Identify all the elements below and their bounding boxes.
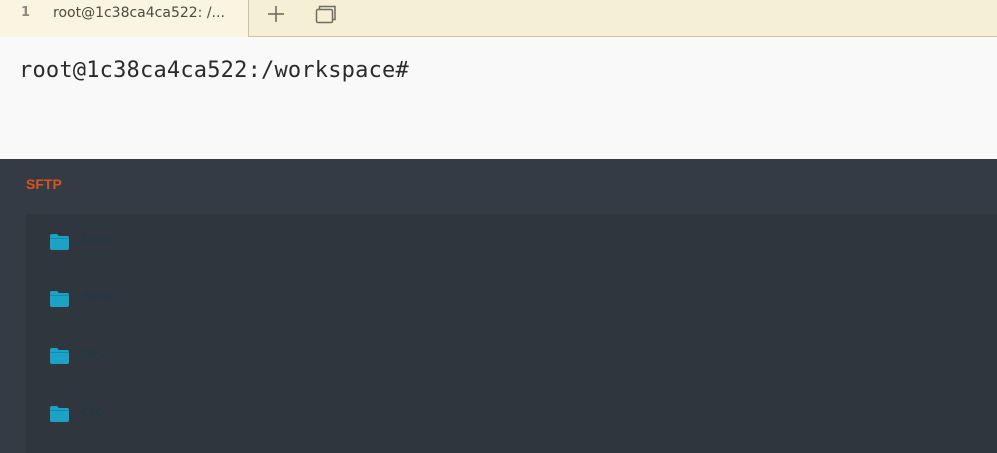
file-list: boot data dev etc — [26, 214, 997, 453]
tab-index: 1 — [21, 5, 31, 20]
file-item-etc[interactable]: etc — [26, 394, 997, 434]
tab-bar: 1 root@1c38ca4ca522: /... — [0, 0, 997, 37]
file-item-data[interactable]: data — [26, 279, 997, 319]
terminal-tab[interactable]: 1 root@1c38ca4ca522: /... — [0, 0, 249, 37]
file-item-dev[interactable]: dev — [26, 336, 997, 376]
folder-icon — [50, 291, 69, 307]
folder-icon — [50, 406, 69, 422]
file-name: data — [81, 289, 113, 305]
tab-title: root@1c38ca4ca522: /... — [53, 5, 225, 21]
folder-icon — [50, 348, 69, 364]
terminal-area[interactable]: root@1c38ca4ca522:/workspace# — [0, 37, 997, 159]
new-tab-button[interactable] — [262, 2, 290, 26]
file-name: etc — [81, 404, 103, 420]
terminal-prompt: root@1c38ca4ca522:/workspace# — [19, 58, 409, 83]
file-item-boot[interactable]: boot — [26, 222, 997, 262]
file-name: dev — [81, 346, 107, 362]
tab-overview-button[interactable] — [311, 2, 339, 26]
folder-icon — [50, 234, 69, 250]
file-name: boot — [81, 232, 113, 248]
sftp-title: SFTP — [26, 176, 62, 192]
plus-icon — [268, 6, 284, 22]
windows-icon — [315, 5, 336, 24]
sftp-panel: SFTP boot data dev etc — [0, 159, 997, 453]
